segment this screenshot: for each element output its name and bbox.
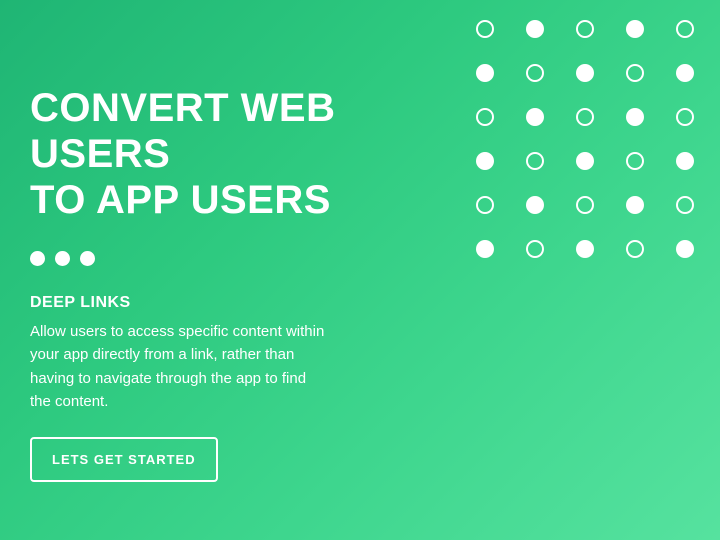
hero-headline: CONVERT WEB USERS TO APP USERS: [30, 85, 470, 223]
accent-dots: [30, 251, 470, 266]
dot-icon: [30, 251, 45, 266]
headline-line2: TO APP USERS: [30, 178, 331, 222]
hero-content: CONVERT WEB USERS TO APP USERS DEEP LINK…: [30, 85, 470, 482]
get-started-button[interactable]: LETS GET STARTED: [30, 437, 218, 482]
decorative-dot-grid: [476, 20, 694, 258]
dot-icon: [80, 251, 95, 266]
dot-icon: [55, 251, 70, 266]
hero-body-text: Allow users to access specific content w…: [30, 320, 330, 413]
headline-line1: CONVERT WEB USERS: [30, 86, 336, 176]
hero-subheading: DEEP LINKS: [30, 294, 470, 312]
